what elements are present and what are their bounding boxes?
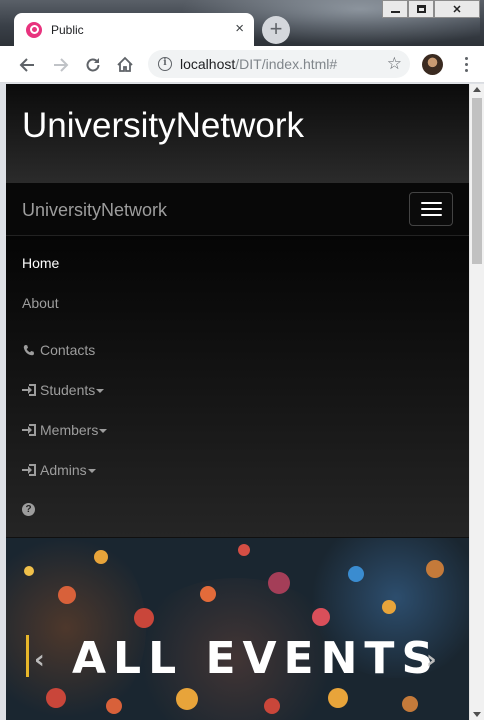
back-button[interactable] — [14, 52, 40, 78]
hamburger-icon — [420, 202, 442, 204]
reload-button[interactable] — [80, 52, 106, 78]
jumbotron: UniversityNetwork — [6, 84, 469, 183]
close-window-button[interactable]: ✕ — [434, 0, 480, 18]
login-icon — [22, 464, 36, 476]
nav-label-contacts: Contacts — [40, 342, 96, 358]
forward-button[interactable] — [48, 52, 74, 78]
chrome-menu-icon[interactable] — [458, 54, 474, 75]
nav-item-admins[interactable]: Admins — [22, 459, 96, 481]
home-icon — [117, 56, 133, 72]
url-text[interactable]: localhost/DIT/index.html# — [180, 56, 337, 72]
caret-down-icon — [96, 389, 105, 393]
window-controls: ✕ — [382, 0, 480, 18]
phone-icon — [23, 344, 34, 355]
login-icon — [22, 384, 36, 396]
nav-item-about[interactable]: About — [22, 292, 59, 314]
tab-title: Public — [51, 22, 84, 37]
nav-item-help[interactable]: ? — [22, 498, 35, 520]
caret-down-icon — [99, 429, 108, 433]
navbar: UniversityNetwork — [6, 183, 469, 236]
nav-label-home: Home — [22, 255, 60, 271]
minimize-button[interactable] — [382, 0, 408, 18]
scroll-up-icon[interactable] — [473, 87, 481, 92]
banner-title: ALL EVENTS — [72, 633, 441, 684]
scroll-down-icon[interactable] — [473, 712, 481, 717]
carousel-next-icon[interactable]: › — [426, 645, 437, 675]
nav-label-admins: Admins — [40, 462, 87, 478]
browser-toolbar: i localhost/DIT/index.html# ☆ — [0, 46, 484, 83]
home-button[interactable] — [112, 52, 138, 78]
new-tab-button[interactable]: + — [262, 16, 290, 44]
nav-item-contacts[interactable]: Contacts — [22, 339, 95, 361]
carousel-prev-icon[interactable]: ‹ — [34, 645, 45, 675]
scroll-thumb[interactable] — [472, 98, 482, 264]
navbar-brand[interactable]: UniversityNetwork — [22, 200, 167, 221]
reload-icon — [86, 58, 100, 72]
info-icon[interactable]: i — [158, 57, 172, 71]
favicon-icon — [26, 21, 42, 38]
nav-label-students: Students — [40, 382, 96, 398]
profile-avatar[interactable] — [422, 54, 443, 75]
url-host: localhost — [180, 56, 236, 72]
url-path: /DIT/index.html# — [235, 56, 338, 72]
login-icon — [22, 424, 36, 436]
nav-label-members: Members — [40, 422, 99, 438]
back-arrow-icon — [19, 58, 34, 72]
tab-close-icon[interactable]: × — [235, 21, 244, 37]
nav-label-about: About — [22, 295, 59, 311]
bookmark-star-icon[interactable]: ☆ — [387, 54, 402, 74]
nav-item-home[interactable]: Home — [22, 252, 59, 274]
nav-item-members[interactable]: Members — [22, 419, 108, 441]
question-circle-icon: ? — [22, 502, 35, 516]
forward-arrow-icon — [54, 58, 69, 72]
browser-window: ✕ Public × + i localhost/DIT/index.html#… — [0, 0, 484, 720]
caret-down-icon — [87, 469, 96, 473]
collapsed-nav-menu: Home About Contacts Students Members Adm… — [6, 236, 469, 538]
banner-accent-bar — [26, 635, 29, 677]
jumbotron-title: UniversityNetwork — [22, 106, 304, 145]
address-bar[interactable]: i localhost/DIT/index.html# ☆ — [148, 50, 410, 78]
maximize-button[interactable] — [408, 0, 434, 18]
browser-tab[interactable]: Public × — [14, 13, 254, 46]
navbar-toggle-button[interactable] — [409, 192, 453, 226]
events-banner: ‹ ALL EVENTS › — [6, 538, 469, 720]
page-scrollbar[interactable] — [469, 84, 484, 720]
nav-item-students[interactable]: Students — [22, 379, 105, 401]
page: UniversityNetwork UniversityNetwork Home… — [6, 84, 469, 720]
page-viewport: UniversityNetwork UniversityNetwork Home… — [6, 84, 484, 720]
title-bar: ✕ Public × + — [0, 0, 484, 46]
